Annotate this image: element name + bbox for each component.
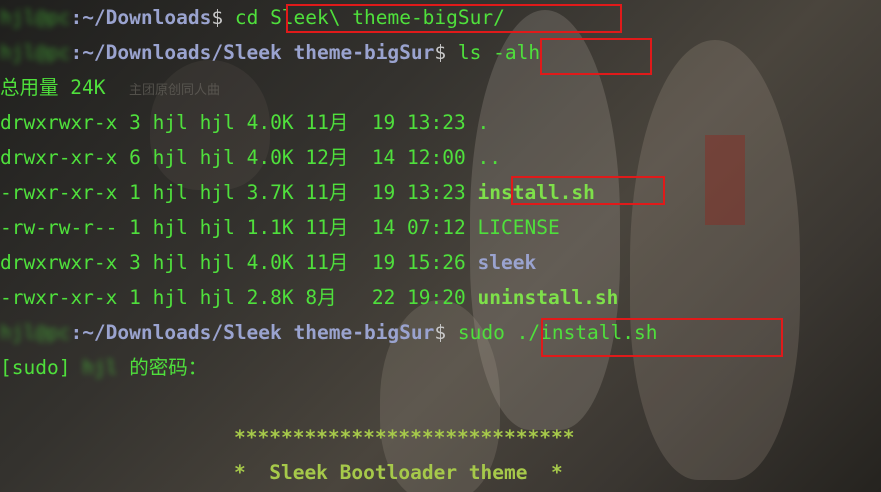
command-text: ls -alh — [457, 41, 541, 64]
sudo-prompt-text: 的密码： — [129, 356, 208, 379]
banner-stars: ***************************** — [234, 426, 575, 449]
prompt-user: hjl@pc — [0, 321, 71, 344]
prompt-line: hjl@pc:~/Downloads$ cd Sleek\ theme-bigS… — [0, 0, 505, 35]
list-item: -rwxr-xr-x 1 hjl hjl 3.7K 11月 19 13:23 i… — [0, 181, 595, 204]
total-line: 总用量 24K 主团原创同人曲 — [0, 70, 220, 105]
prompt-line: hjl@pc:~/Downloads/Sleek theme-bigSur$ s… — [0, 315, 658, 350]
highlight-box-ls — [540, 38, 652, 75]
prompt-path: :~/Downloads — [70, 6, 212, 29]
file-name: sleek — [477, 251, 537, 274]
prompt-dollar: $ — [434, 321, 447, 344]
command-text: cd Sleek\ theme-bigSur/ — [234, 6, 505, 29]
sudo-user: hjl — [82, 356, 118, 379]
command-text: sudo ./install.sh — [457, 321, 658, 344]
list-item: drwxr-xr-x 6 hjl hjl 4.0K 12月 14 12:00 .… — [0, 146, 501, 169]
list-item: drwxrwxr-x 3 hjl hjl 4.0K 11月 19 15:26 s… — [0, 251, 537, 274]
file-name: LICENSE — [477, 216, 560, 239]
prompt-dollar: $ — [211, 6, 224, 29]
prompt-user: hjl@pc — [0, 6, 71, 29]
terminal-window[interactable]: hjl@pc:~/Downloads$ cd Sleek\ theme-bigS… — [0, 0, 881, 492]
prompt-user: hjl@pc — [0, 41, 71, 64]
file-name: install.sh — [477, 181, 595, 204]
total-text: 总用量 24K — [0, 76, 106, 99]
sudo-tag: [sudo] — [0, 356, 71, 379]
wallpaper-watermark: 主团原创同人曲 — [128, 83, 220, 98]
list-item: -rwxr-xr-x 1 hjl hjl 2.8K 8月 22 19:20 un… — [0, 286, 619, 309]
file-name: uninstall.sh — [477, 286, 619, 309]
list-item: drwxrwxr-x 3 hjl hjl 4.0K 11月 19 13:23 . — [0, 111, 490, 134]
file-name: .. — [477, 146, 501, 169]
prompt-path: :~/Downloads/Sleek theme-bigSur — [70, 321, 435, 344]
banner-title: * Sleek Bootloader theme * — [234, 461, 563, 484]
prompt-line: hjl@pc:~/Downloads/Sleek theme-bigSur$ l… — [0, 35, 540, 70]
prompt-path: :~/Downloads/Sleek theme-bigSur — [70, 41, 435, 64]
sudo-password-prompt[interactable]: [sudo] hjl 的密码： — [0, 350, 207, 385]
list-item: -rw-rw-r-- 1 hjl hjl 1.1K 11月 14 07:12 L… — [0, 216, 560, 239]
prompt-dollar: $ — [434, 41, 447, 64]
file-name: . — [477, 111, 490, 134]
